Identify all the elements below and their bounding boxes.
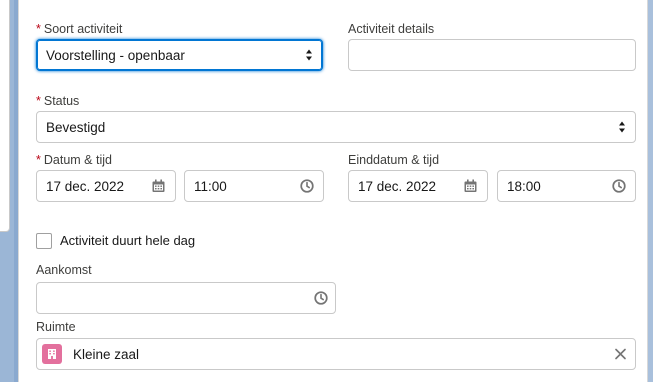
activity-form-panel: * Soort activiteit Voorstelling - openbaa… xyxy=(18,0,648,382)
select-arrows-icon xyxy=(306,49,312,61)
clock-icon[interactable] xyxy=(300,179,314,193)
activity-details-label: Activiteit details xyxy=(348,22,435,36)
clock-icon[interactable] xyxy=(314,291,328,305)
start-datetime-label: * Datum & tijd xyxy=(36,153,112,167)
end-time-input[interactable]: 18:00 xyxy=(497,170,636,202)
all-day-checkbox[interactable] xyxy=(36,233,52,249)
room-lookup-pill[interactable]: Kleine zaal xyxy=(36,338,636,370)
all-day-label: Activiteit duurt hele dag xyxy=(60,233,196,248)
arrival-time-input[interactable] xyxy=(36,282,336,314)
clock-icon[interactable] xyxy=(612,179,626,193)
calendar-icon[interactable] xyxy=(464,179,477,193)
background-left xyxy=(0,0,14,382)
required-marker: * xyxy=(36,153,41,167)
required-marker: * xyxy=(36,22,41,36)
room-value: Kleine zaal xyxy=(73,346,140,362)
end-datetime-label: Einddatum & tijd xyxy=(348,153,440,167)
end-time-value: 18:00 xyxy=(507,178,541,194)
activity-type-label: * Soort activiteit xyxy=(36,22,122,36)
status-select[interactable]: Bevestigd xyxy=(36,111,636,143)
select-arrows-icon xyxy=(619,121,625,133)
activity-details-input[interactable] xyxy=(348,39,636,71)
calendar-icon[interactable] xyxy=(152,179,165,193)
required-marker: * xyxy=(36,94,41,108)
building-icon xyxy=(42,344,62,364)
room-label: Ruimte xyxy=(36,320,76,334)
background-right xyxy=(648,0,653,382)
activity-type-label-text: Soort activiteit xyxy=(43,22,123,36)
end-date-value: 17 dec. 2022 xyxy=(358,178,437,194)
end-date-input[interactable]: 17 dec. 2022 xyxy=(348,170,488,202)
start-date-value: 17 dec. 2022 xyxy=(46,178,125,194)
status-label: * Status xyxy=(36,94,79,108)
start-time-input[interactable]: 11:00 xyxy=(184,170,324,202)
arrival-label: Aankomst xyxy=(36,263,92,277)
activity-type-select[interactable]: Voorstelling - openbaar xyxy=(36,39,323,71)
status-value: Bevestigd xyxy=(46,119,106,135)
start-time-value: 11:00 xyxy=(194,178,227,194)
background-card-edge xyxy=(0,0,10,232)
start-datetime-label-text: Datum & tijd xyxy=(43,153,112,167)
close-icon[interactable] xyxy=(615,348,626,360)
activity-type-value: Voorstelling - openbaar xyxy=(46,47,185,63)
start-date-input[interactable]: 17 dec. 2022 xyxy=(36,170,176,202)
status-label-text: Status xyxy=(43,94,80,108)
